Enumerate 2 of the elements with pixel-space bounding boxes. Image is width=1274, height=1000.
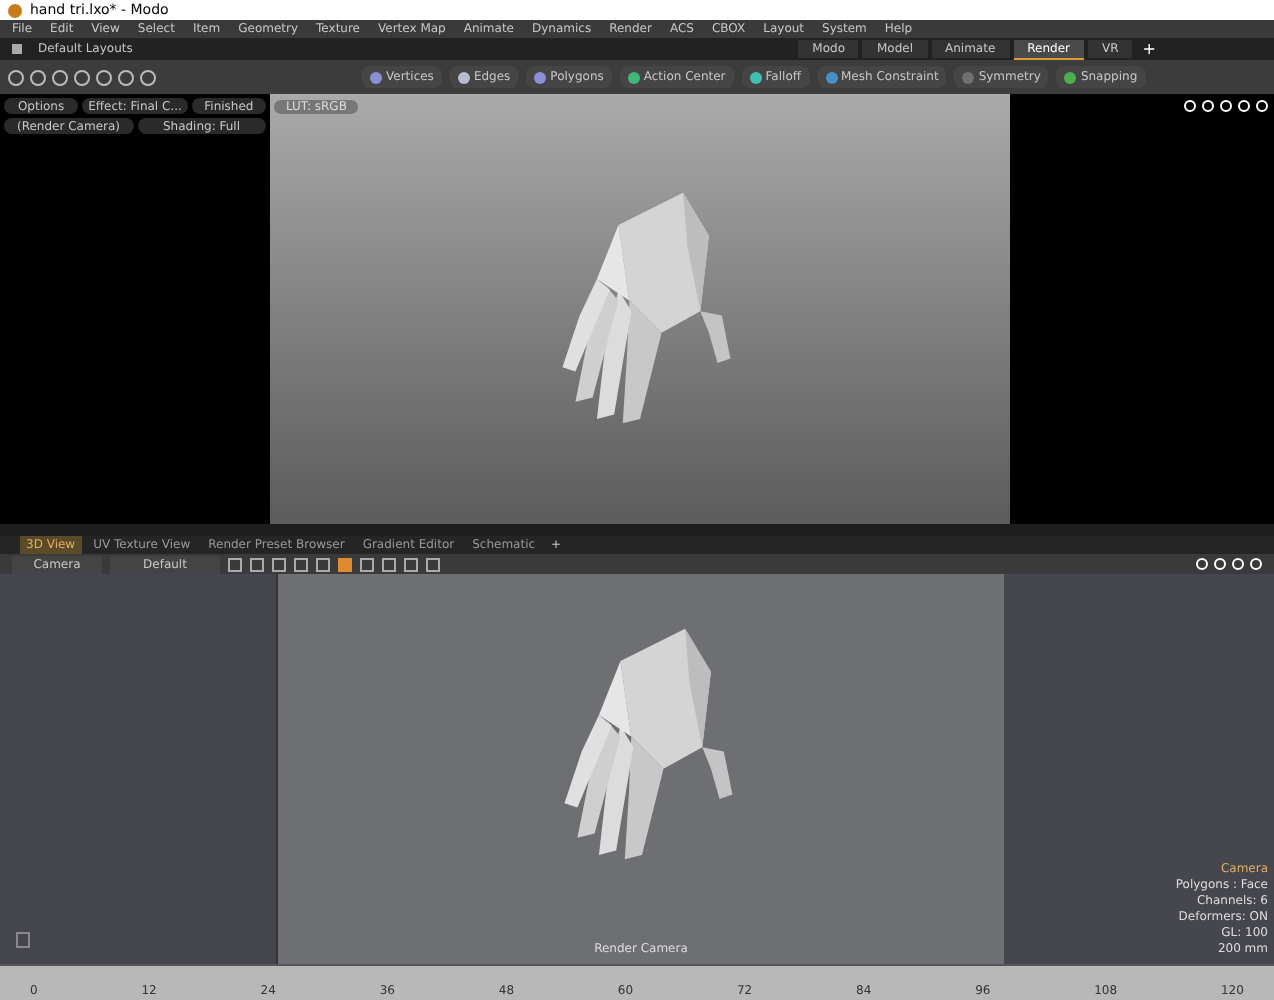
add-layout-button[interactable]: + bbox=[1136, 37, 1162, 61]
app-logo-icon bbox=[8, 3, 22, 17]
